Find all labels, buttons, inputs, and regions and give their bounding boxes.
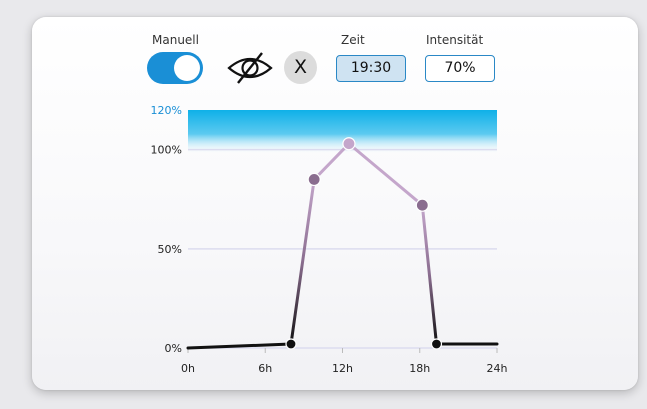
y-tick-label: 100%	[151, 144, 182, 157]
y-tick-label: 120%	[151, 104, 182, 117]
data-point	[430, 338, 443, 350]
y-tick-label: 0%	[165, 342, 182, 355]
series-line	[420, 203, 438, 346]
data-point	[285, 338, 297, 350]
intensity-chart[interactable]: 0% 50% 100% 120% 0h 6h 12h 18h 24h	[0, 0, 647, 409]
limit-zone	[188, 110, 497, 154]
x-tick-label: 24h	[487, 362, 508, 375]
x-tick-label: 12h	[332, 362, 353, 375]
data-point	[307, 172, 321, 187]
y-tick-label: 50%	[158, 243, 182, 256]
series-line	[289, 177, 316, 346]
data-point	[415, 198, 429, 212]
data-point	[342, 137, 356, 151]
x-tick-label: 0h	[181, 362, 195, 375]
x-tick-label: 18h	[409, 362, 430, 375]
x-tick-label: 6h	[258, 362, 272, 375]
